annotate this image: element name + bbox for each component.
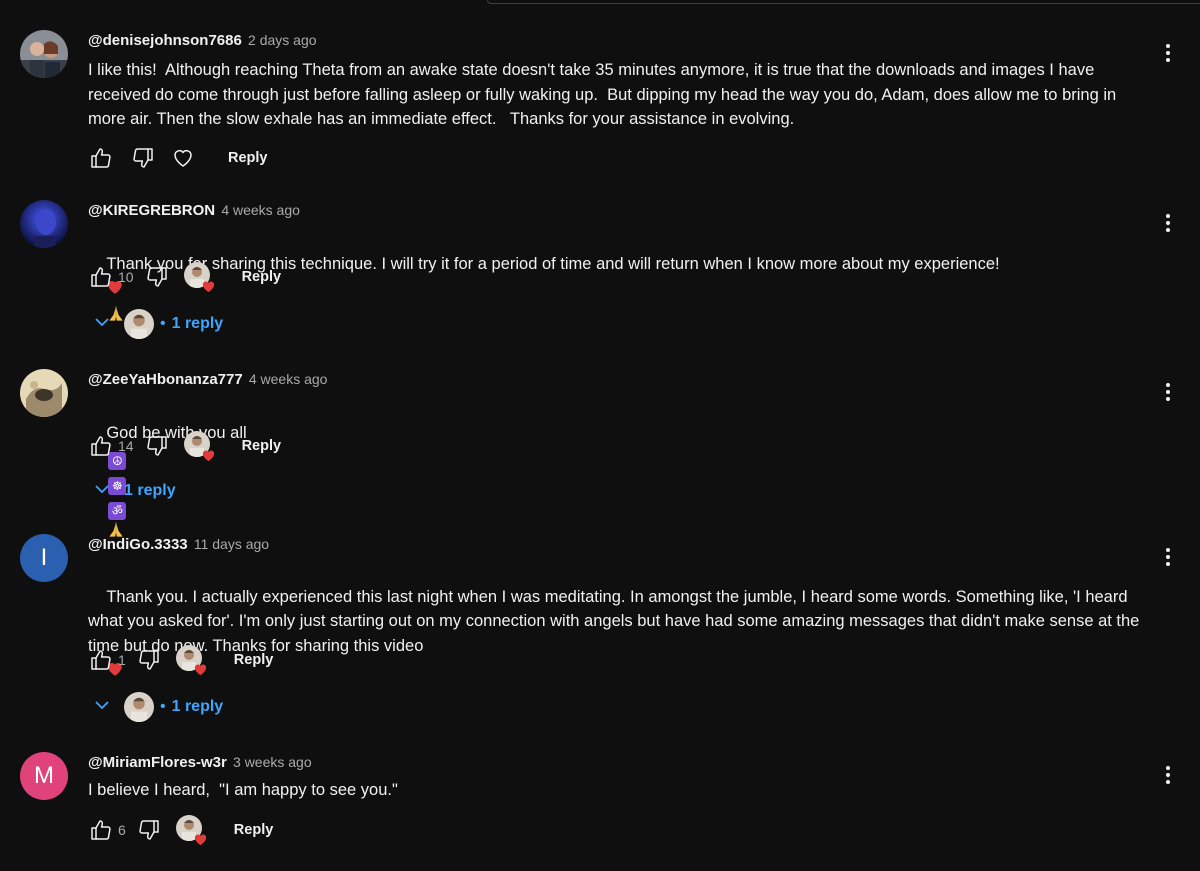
- avatar[interactable]: [20, 30, 68, 78]
- like-count: 6: [118, 822, 126, 838]
- replies-count[interactable]: 1 reply: [172, 698, 224, 716]
- comment-text: I believe I heard, "I am happy to see yo…: [88, 781, 398, 799]
- search-bar-edge: [487, 0, 1200, 4]
- thumbs-up-icon[interactable]: [88, 264, 114, 290]
- more-vert-icon[interactable]: [1160, 42, 1176, 64]
- comment-text: Thank you. I actually experienced this l…: [88, 560, 1148, 710]
- comment-author[interactable]: @KIREGREBRON: [88, 202, 215, 219]
- comment-header: @ZeeYaHbonanza777 4 weeks ago: [88, 371, 327, 388]
- reply-button[interactable]: Reply: [228, 150, 268, 166]
- thumbs-down-icon[interactable]: [144, 264, 170, 290]
- comment-header: @MiriamFlores-w3r 3 weeks ago: [88, 754, 312, 771]
- comment-author[interactable]: @denisejohnson7686: [88, 32, 242, 49]
- avatar[interactable]: [20, 369, 68, 417]
- comment-text: Thank you for sharing this technique. I …: [88, 227, 1148, 356]
- comment-author[interactable]: @IndiGo.3333: [88, 536, 188, 553]
- reply-button[interactable]: Reply: [234, 822, 274, 838]
- avatar[interactable]: M: [20, 752, 68, 800]
- thumbs-down-icon[interactable]: [130, 145, 156, 171]
- creator-avatar: [124, 309, 154, 339]
- reply-button[interactable]: Reply: [234, 652, 274, 668]
- more-vert-icon[interactable]: [1160, 546, 1176, 568]
- comment-author[interactable]: @ZeeYaHbonanza777: [88, 371, 243, 388]
- replies-count[interactable]: 1 reply: [124, 482, 176, 500]
- like-count: 1: [118, 652, 126, 668]
- comment-header: @KIREGREBRON 4 weeks ago: [88, 202, 300, 219]
- creator-avatar: [124, 692, 154, 722]
- reply-button[interactable]: Reply: [242, 269, 282, 285]
- thumbs-up-icon[interactable]: [88, 145, 114, 171]
- thumbs-up-icon[interactable]: [88, 647, 114, 673]
- comment-author[interactable]: @MiriamFlores-w3r: [88, 754, 227, 771]
- comment-time[interactable]: 4 weeks ago: [221, 202, 300, 218]
- reply-button[interactable]: Reply: [242, 438, 282, 454]
- thumbs-down-icon[interactable]: [144, 433, 170, 459]
- avatar[interactable]: [20, 200, 68, 248]
- like-count: 10: [118, 269, 134, 285]
- comment-text: I like this! Although reaching Theta fro…: [88, 61, 1121, 128]
- thumbs-up-icon[interactable]: [88, 817, 114, 843]
- comment-actions: 1 Reply: [88, 645, 274, 677]
- creator-heart-badge[interactable]: [175, 815, 208, 847]
- comment-time[interactable]: 2 days ago: [248, 32, 317, 48]
- heart-icon: [193, 832, 208, 847]
- heart-icon: [201, 279, 216, 294]
- replies-count[interactable]: 1 reply: [172, 315, 224, 333]
- comment-time[interactable]: 11 days ago: [194, 536, 269, 552]
- view-replies-button[interactable]: • 1 reply: [92, 692, 223, 722]
- creator-heart-badge[interactable]: [183, 431, 216, 463]
- more-vert-icon[interactable]: [1160, 381, 1176, 403]
- thumbs-down-icon[interactable]: [136, 647, 162, 673]
- comment-actions: Reply: [88, 145, 268, 171]
- creator-heart-badge[interactable]: [183, 262, 216, 294]
- like-count: 14: [118, 438, 134, 454]
- avatar[interactable]: I: [20, 534, 68, 582]
- heart-icon[interactable]: [170, 145, 196, 171]
- heart-icon: [193, 662, 208, 677]
- separator-dot: •: [160, 315, 166, 332]
- comment-actions: 10 Reply: [88, 262, 282, 294]
- chevron-down-icon: [92, 312, 112, 337]
- heart-icon: [201, 448, 216, 463]
- view-replies-button[interactable]: 1 reply: [92, 476, 176, 506]
- more-vert-icon[interactable]: [1160, 764, 1176, 786]
- comment-actions: 6 Reply: [88, 815, 274, 847]
- comment-header: @denisejohnson7686 2 days ago: [88, 32, 317, 49]
- chevron-down-icon: [92, 479, 112, 504]
- separator-dot: •: [160, 698, 166, 715]
- thumbs-down-icon[interactable]: [136, 817, 162, 843]
- more-vert-icon[interactable]: [1160, 212, 1176, 234]
- thumbs-up-icon[interactable]: [88, 433, 114, 459]
- comment-header: @IndiGo.3333 11 days ago: [88, 536, 269, 553]
- chevron-down-icon: [92, 695, 112, 720]
- view-replies-button[interactable]: • 1 reply: [92, 309, 223, 339]
- comment-text-body: Thank you. I actually experienced this l…: [88, 587, 1144, 655]
- comment-time[interactable]: 4 weeks ago: [249, 371, 328, 387]
- creator-heart-badge[interactable]: [175, 645, 208, 677]
- comment-time[interactable]: 3 weeks ago: [233, 754, 312, 770]
- comment-actions: 14 Reply: [88, 431, 282, 463]
